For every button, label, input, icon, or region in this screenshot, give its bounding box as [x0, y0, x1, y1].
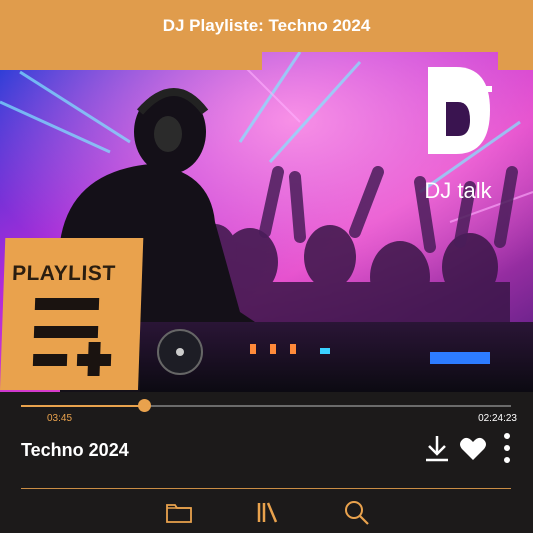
favorite-button[interactable] — [459, 436, 487, 467]
header-notch — [0, 52, 262, 70]
more-button[interactable] — [502, 432, 512, 469]
progress-fill — [21, 405, 144, 407]
track-title: Techno 2024 — [21, 440, 129, 460]
search-icon — [345, 501, 369, 525]
header-bar: DJ Playliste: Techno 2024 — [0, 0, 533, 52]
playlist-badge-label: PLAYLIST — [11, 262, 117, 285]
folder-icon — [166, 504, 192, 523]
progress-bar[interactable] — [21, 399, 511, 412]
nav-search[interactable] — [344, 500, 370, 531]
total-time: 02:24:23 — [478, 413, 517, 424]
header-notch-right — [498, 52, 533, 70]
logo-text: DJ talk — [424, 178, 492, 203]
current-time: 03:45 — [47, 413, 73, 424]
player-panel: 03:45 02:24:23 Techno 2024 — [0, 392, 533, 533]
page-title: DJ Playliste: Techno 2024 — [162, 16, 371, 35]
nav-folder[interactable] — [165, 500, 193, 529]
heart-icon — [460, 437, 486, 460]
nav-library[interactable] — [255, 500, 279, 529]
progress-handle[interactable] — [137, 399, 151, 412]
playlist-badge: PLAYLIST — [0, 238, 144, 390]
download-icon — [426, 436, 448, 462]
download-button[interactable] — [424, 434, 450, 469]
divider — [21, 488, 511, 489]
library-icon — [257, 502, 278, 523]
playlist-add-icon — [32, 298, 112, 376]
more-vertical-icon — [504, 433, 510, 463]
dj-talk-logo: DJ talk — [418, 62, 498, 212]
